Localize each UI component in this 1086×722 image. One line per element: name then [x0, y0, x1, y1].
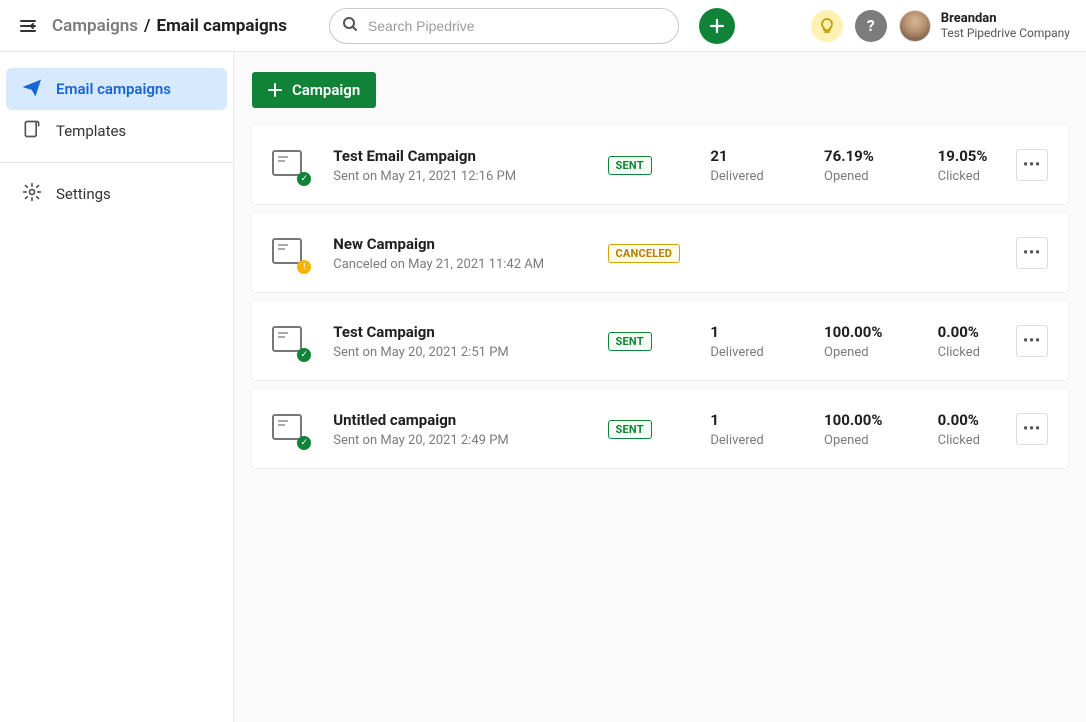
search-icon	[342, 16, 358, 36]
stat-opened: 100.00%Opened	[824, 411, 938, 448]
templates-icon	[22, 119, 42, 143]
row-actions-button[interactable]: •••	[1016, 413, 1048, 445]
campaign-row[interactable]: ✓ Test Email Campaign Sent on May 21, 2021…	[252, 126, 1068, 204]
sidebar-item-settings[interactable]: Settings	[6, 173, 227, 215]
sidebar-item-label: Settings	[56, 185, 111, 203]
email-icon	[22, 77, 42, 101]
campaign-status-icon: !	[272, 238, 307, 268]
create-campaign-button[interactable]: Campaign	[252, 72, 376, 108]
search-input[interactable]	[366, 17, 666, 35]
layout: Email campaigns Templates Sett	[0, 52, 1086, 722]
sidebar-divider	[0, 162, 233, 163]
main: Campaign ✓ Test Email Campaign Sent on May…	[234, 52, 1086, 722]
global-add-button[interactable]	[699, 8, 735, 44]
search-input-wrapper[interactable]	[329, 8, 679, 44]
campaign-status-icon: ✓	[272, 414, 307, 444]
campaign-name: Untitled campaign	[333, 411, 607, 429]
stat-opened: 76.19%Opened	[824, 147, 938, 184]
stat-clicked: 0.00%Clicked	[938, 323, 1016, 360]
avatar	[899, 10, 931, 42]
breadcrumb-sep: /	[144, 16, 150, 36]
stat-opened: 100.00%Opened	[824, 323, 938, 360]
help-icon[interactable]: ?	[855, 10, 887, 42]
sidebar-item-email-campaigns[interactable]: Email campaigns	[6, 68, 227, 110]
sidebar-item-templates[interactable]: Templates	[6, 110, 227, 152]
campaign-row[interactable]: ✓ Untitled campaign Sent on May 20, 2021 2…	[252, 390, 1068, 468]
row-actions-button[interactable]: •••	[1016, 325, 1048, 357]
campaign-name: Test Email Campaign	[333, 147, 607, 165]
tips-bulb-icon[interactable]	[811, 10, 843, 42]
stat-delivered: 1Delivered	[710, 411, 824, 448]
sidebar: Email campaigns Templates Sett	[0, 52, 234, 722]
sidebar-item-label: Templates	[56, 122, 126, 140]
menu-toggle-icon[interactable]	[16, 14, 40, 38]
breadcrumb-parent[interactable]: Campaigns	[52, 16, 138, 36]
stat-clicked: 19.05%Clicked	[938, 147, 1016, 184]
status-badge: SENT	[608, 420, 652, 439]
row-actions-button[interactable]: •••	[1016, 149, 1048, 181]
user-company: Test Pipedrive Company	[941, 26, 1070, 40]
row-actions-button[interactable]: •••	[1016, 237, 1048, 269]
campaign-row[interactable]: ✓ Test Campaign Sent on May 20, 2021 2:51 …	[252, 302, 1068, 380]
status-badge: SENT	[608, 332, 652, 351]
campaign-name: New Campaign	[333, 235, 607, 253]
breadcrumb-current: Email campaigns	[157, 16, 287, 36]
sidebar-item-label: Email campaigns	[56, 80, 171, 98]
stat-delivered: 21Delivered	[710, 147, 824, 184]
campaign-status-icon: ✓	[272, 326, 307, 356]
user-menu[interactable]: Breandan Test Pipedrive Company	[899, 10, 1070, 42]
campaign-subtitle: Canceled on May 21, 2021 11:42 AM	[333, 257, 607, 272]
stat-clicked: 0.00%Clicked	[938, 411, 1016, 448]
topbar-right: ? Breandan Test Pipedrive Company	[811, 10, 1070, 42]
campaign-name: Test Campaign	[333, 323, 607, 341]
campaign-row[interactable]: ! New Campaign Canceled on May 21, 2021 11…	[252, 214, 1068, 292]
status-badge: SENT	[608, 156, 652, 175]
topbar: Campaigns / Email campaigns ? Breandan	[0, 0, 1086, 52]
create-campaign-label: Campaign	[292, 81, 360, 99]
campaign-subtitle: Sent on May 20, 2021 2:51 PM	[333, 345, 607, 360]
campaign-subtitle: Sent on May 21, 2021 12:16 PM	[333, 169, 607, 184]
campaign-subtitle: Sent on May 20, 2021 2:49 PM	[333, 433, 607, 448]
user-name: Breandan	[941, 11, 1070, 27]
breadcrumb: Campaigns / Email campaigns	[52, 16, 287, 36]
status-badge: CANCELED	[608, 244, 681, 263]
campaign-list: ✓ Test Email Campaign Sent on May 21, 2021…	[252, 126, 1068, 468]
gear-icon	[22, 182, 42, 206]
stat-delivered: 1Delivered	[710, 323, 824, 360]
campaign-status-icon: ✓	[272, 150, 307, 180]
